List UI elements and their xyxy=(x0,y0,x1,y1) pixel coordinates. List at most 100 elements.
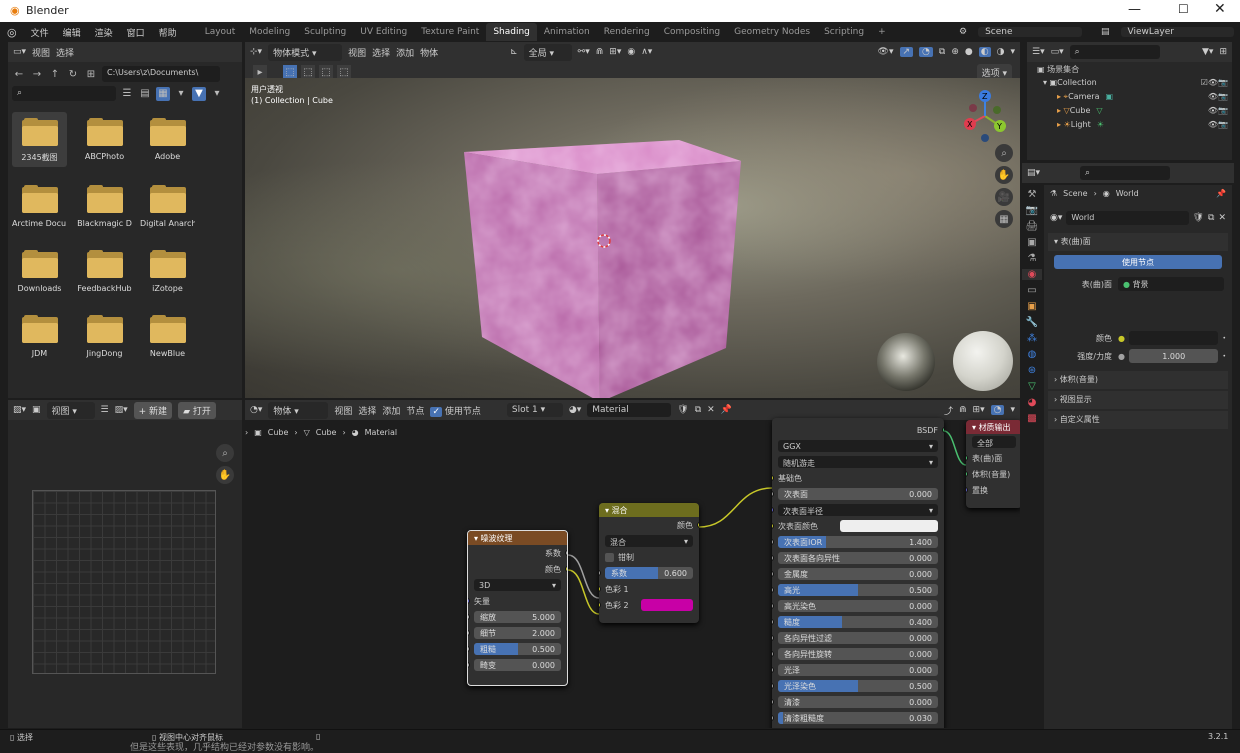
display-mode-icon[interactable]: ▭▾ xyxy=(1051,47,1064,57)
overlay-icon[interactable]: ◔ xyxy=(919,47,933,57)
maximize-icon[interactable]: ☐ xyxy=(1178,2,1189,16)
socket-icon[interactable] xyxy=(966,455,968,461)
socket-icon[interactable] xyxy=(468,630,470,636)
output-tab-icon[interactable]: 🖨 xyxy=(1026,221,1039,232)
bsdf-value-field[interactable]: 次表面IOR 1.400 xyxy=(778,536,938,548)
world-tab-icon[interactable]: ◉ xyxy=(1022,269,1042,280)
socket-icon[interactable] xyxy=(966,471,968,477)
shading-material-icon[interactable]: ◐ xyxy=(978,47,991,57)
refresh-icon[interactable]: ↻ xyxy=(66,67,80,81)
new-collection-icon[interactable]: ⊞ xyxy=(1219,47,1227,57)
socket-icon[interactable] xyxy=(468,646,470,652)
transform-orientation-icon[interactable]: ⊾ xyxy=(510,47,518,57)
transform-orientation[interactable]: 全局 ▾ xyxy=(523,43,572,61)
select-intersect-icon[interactable]: ⬚ xyxy=(337,65,351,79)
cube-object[interactable] xyxy=(460,140,745,398)
material-output-node[interactable]: ▾ 材质输出 全部 表(曲)面 体积(音量) 置换 xyxy=(966,420,1020,508)
outliner-item-cube[interactable]: ▸ ▽ Cube ▽ 👁 📷 xyxy=(1057,106,1228,115)
tab-rendering[interactable]: Rendering xyxy=(597,27,657,37)
scene-name[interactable]: Scene xyxy=(978,27,1082,37)
socket-icon[interactable] xyxy=(772,491,774,497)
shading-options-icon[interactable]: ▾ xyxy=(1010,47,1015,57)
socket-icon[interactable] xyxy=(468,662,470,668)
menu-window[interactable]: 窗口 xyxy=(120,26,152,39)
view-layer-name[interactable]: ViewLayer xyxy=(1120,27,1234,37)
use-nodes-button[interactable]: 使用节点 xyxy=(1054,255,1222,269)
mix-fac-field[interactable]: 系数 0.600 xyxy=(605,567,693,579)
detail-view-icon[interactable]: ▤ xyxy=(138,87,152,101)
bsdf-value-field[interactable]: 清漆粗糙度 0.030 xyxy=(778,712,938,724)
socket-icon[interactable] xyxy=(772,555,774,561)
navigation-gizmo[interactable]: Y X Z xyxy=(957,82,1017,142)
outliner-item-light[interactable]: ▸ ☀ Light ☀ 👁 📷 xyxy=(1057,120,1228,129)
falloff-icon[interactable]: ∧▾ xyxy=(641,47,652,57)
vp-menu-object[interactable]: 物体 xyxy=(420,46,438,59)
folder-item[interactable]: JDM xyxy=(12,309,67,362)
uv-grid[interactable] xyxy=(32,490,216,674)
mix-blend-dropdown[interactable]: 混合 ▾ xyxy=(605,535,693,547)
thumbnail-view-icon[interactable]: ▦ xyxy=(156,86,170,101)
tab-geometry-nodes[interactable]: Geometry Nodes xyxy=(727,27,817,37)
render-tab-icon[interactable]: 📷 xyxy=(1026,205,1038,216)
object-tab-icon[interactable]: ▣ xyxy=(1027,301,1036,312)
socket-icon[interactable] xyxy=(772,651,774,657)
bsdf-value-field[interactable]: 高光染色 0.000 xyxy=(778,600,938,612)
snap-icon[interactable]: ⋒ xyxy=(596,47,604,57)
zoom-icon[interactable]: ⌕ xyxy=(216,444,234,462)
eye-icon[interactable]: 👁 xyxy=(1208,120,1218,129)
output-target-dropdown[interactable]: 全部 xyxy=(972,436,1016,448)
snap-target-icon[interactable]: ⊞▾ xyxy=(609,47,621,57)
view-layer-tab-icon[interactable]: ▣ xyxy=(1027,237,1036,248)
principled-bsdf-node[interactable]: BSDF GGX ▾ 随机游走 ▾ 基础色 次表面 0.000 次表面半径 ▾ 次表面颜色次… xyxy=(772,418,944,728)
perspective-grid-icon[interactable]: ▦ xyxy=(995,210,1013,228)
add-workspace-icon[interactable]: + xyxy=(871,27,893,37)
menu-file[interactable]: 文件 xyxy=(24,26,56,39)
menu-help[interactable]: 帮助 xyxy=(152,26,184,39)
new-image-button[interactable]: + 新建 xyxy=(133,401,173,419)
bsdf-value-field[interactable]: 高光 0.500 xyxy=(778,584,938,596)
tool-tab-icon[interactable]: ⚒ xyxy=(1028,189,1037,200)
socket-icon[interactable] xyxy=(772,683,774,689)
clamp-checkbox[interactable] xyxy=(605,552,614,562)
socket-icon[interactable] xyxy=(772,667,774,673)
noise-roughness-field[interactable]: 粗糙 0.500 xyxy=(474,643,561,655)
bsdf-value-field[interactable]: 次表面各向异性 0.000 xyxy=(778,552,938,564)
socket-icon[interactable] xyxy=(468,614,470,620)
checkbox-icon[interactable]: ☑ xyxy=(1201,78,1208,87)
bsdf-value-field[interactable]: 清漆 0.000 xyxy=(778,696,938,708)
fb-menu-view[interactable]: 视图 xyxy=(32,46,50,59)
bsdf-color-swatch[interactable] xyxy=(840,520,938,532)
view-mode-icon[interactable]: ▣ xyxy=(32,405,41,415)
folder-item[interactable]: Arctime Docu... xyxy=(12,179,67,232)
editor-type-icon[interactable]: ☰▾ xyxy=(1032,47,1045,57)
image-browse-icon[interactable]: ▨▾ xyxy=(115,405,128,415)
bsdf-value-field[interactable]: 金属度 0.000 xyxy=(778,568,938,580)
noise-node-header[interactable]: ▾ 噪波纹理 xyxy=(468,531,567,545)
properties-search-input[interactable]: ⌕ xyxy=(1080,166,1171,180)
socket-icon[interactable] xyxy=(697,522,699,528)
socket-icon[interactable] xyxy=(772,699,774,705)
fake-user-icon[interactable]: 🛡 xyxy=(1193,213,1204,223)
pan-hand-icon[interactable]: ✋ xyxy=(216,466,234,484)
output-node-header[interactable]: ▾ 材质输出 xyxy=(966,420,1020,434)
folder-item[interactable]: ABCPhoto xyxy=(77,112,132,167)
particles-tab-icon[interactable]: ⁂ xyxy=(1027,333,1037,344)
eye-icon[interactable]: 👁 xyxy=(1208,106,1218,115)
socket-icon[interactable] xyxy=(772,715,774,721)
color-field[interactable] xyxy=(1128,331,1219,345)
tab-compositing[interactable]: Compositing xyxy=(657,27,727,37)
socket-icon[interactable] xyxy=(942,427,944,433)
noise-texture-node[interactable]: ▾ 噪波纹理 系数 颜色 3D ▾ 矢量 缩放 5.000 细节 2.000 粗糙 0.… xyxy=(467,530,568,686)
noise-dimension-dropdown[interactable]: 3D ▾ xyxy=(474,579,561,591)
socket-icon[interactable] xyxy=(599,602,601,608)
bsdf-dropdown-field[interactable]: 次表面半径 ▾ xyxy=(778,504,938,516)
bsdf-value-field[interactable]: 次表面 0.000 xyxy=(778,488,938,500)
surface-shader-field[interactable]: ● 背景 xyxy=(1118,277,1224,291)
tab-texture-paint[interactable]: Texture Paint xyxy=(414,27,486,37)
bsdf-value-field[interactable]: 光泽染色 0.500 xyxy=(778,680,938,692)
fb-search-input[interactable]: ⌕ xyxy=(12,86,116,101)
bsdf-sss-method-dropdown[interactable]: 随机游走 ▾ xyxy=(778,456,938,468)
socket-icon[interactable] xyxy=(966,487,968,493)
scene-selector[interactable]: ⚙ Scene xyxy=(952,24,1082,40)
new-folder-icon[interactable]: ⊞ xyxy=(84,67,98,81)
